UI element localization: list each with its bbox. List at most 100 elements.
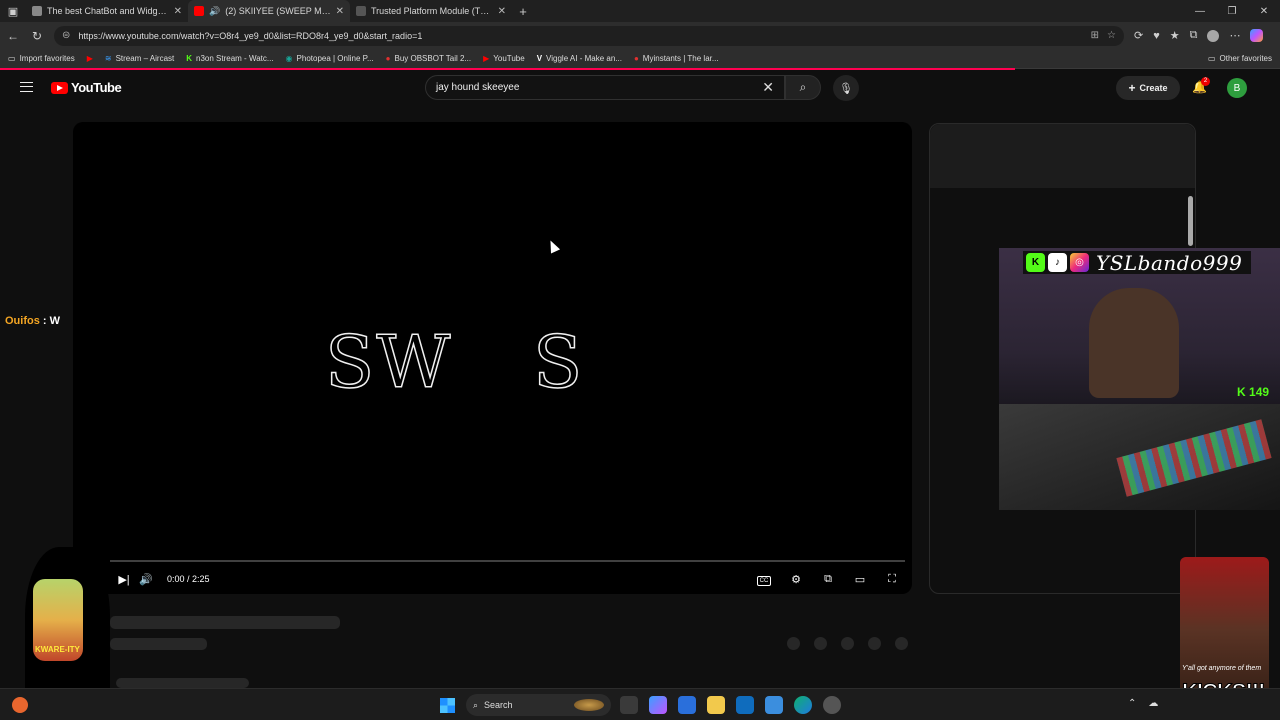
speaker-icon[interactable]: 🔊: [209, 6, 220, 17]
settings-gear-icon[interactable]: ⚙: [785, 573, 807, 586]
favorite-viggle[interactable]: V Viggle AI - Make an...: [537, 54, 622, 63]
folder-icon: ▭: [1207, 54, 1216, 63]
other-favorites[interactable]: ▭ Other favorites: [1208, 54, 1272, 63]
edge-icon[interactable]: [794, 696, 812, 714]
refresh-icon[interactable]: ↻: [30, 29, 44, 43]
create-button[interactable]: + Create: [1116, 76, 1180, 100]
copilot-icon[interactable]: [1250, 29, 1264, 42]
file-explorer-icon[interactable]: [707, 696, 725, 714]
tab-chatbot[interactable]: The best ChatBot and Widgets fo ✕: [26, 0, 188, 22]
url-field[interactable]: ⊜ https://www.youtube.com/watch?v=O8r4_y…: [54, 25, 1124, 46]
address-toolbar: ← ↻ ⊜ https://www.youtube.com/watch?v=O8…: [0, 22, 1280, 49]
favorite-import[interactable]: ▭ Import favorites: [8, 54, 75, 63]
favorite-aircast[interactable]: ≋ Stream – Aircast: [105, 54, 174, 63]
account-avatar[interactable]: B: [1227, 78, 1247, 98]
instagram-icon: ◎: [1070, 253, 1089, 272]
close-icon[interactable]: ✕: [336, 6, 344, 17]
chat-message: Ouifos : W: [5, 315, 60, 327]
close-icon[interactable]: ✕: [498, 6, 506, 17]
copilot-app-icon[interactable]: [649, 696, 667, 714]
meme-caption-small: Y'all got anymore of them: [1182, 665, 1262, 672]
more-menu-icon[interactable]: ⋯: [1229, 29, 1240, 42]
task-view-icon[interactable]: [620, 696, 638, 714]
window-close-icon[interactable]: ✕: [1248, 6, 1280, 17]
search-button[interactable]: ⌕: [785, 75, 821, 100]
browser-tools: ⟳ ♥ ★ ⧉ ⋯: [1134, 29, 1264, 42]
maximize-icon[interactable]: ❐: [1216, 6, 1248, 17]
search-icon: ⌕: [799, 80, 807, 94]
menu-hamburger-icon[interactable]: [20, 82, 33, 92]
title-skeleton: [110, 616, 340, 629]
skeleton-dot: [868, 637, 881, 650]
volume-icon[interactable]: 🔊: [135, 573, 157, 586]
youtube-logo[interactable]: YouTube: [51, 80, 122, 95]
new-tab-plus-icon[interactable]: +: [512, 4, 534, 19]
store-icon[interactable]: [678, 696, 696, 714]
browser-essentials-icon[interactable]: ♥: [1153, 30, 1160, 42]
favorite-photopea[interactable]: ◉ Photopea | Online P...: [286, 54, 374, 63]
start-windows-icon[interactable]: [440, 698, 455, 713]
captions-label: CC: [756, 575, 772, 586]
onedrive-icon[interactable]: ☁: [1148, 698, 1158, 709]
sticker-caption: KWARE-ITY: [35, 645, 80, 654]
favorite-label: Viggle AI - Make an...: [546, 54, 622, 63]
favorite-star-icon[interactable]: ☆: [1107, 30, 1116, 41]
favorite-youtube-red[interactable]: ▶: [87, 54, 93, 63]
taskbar-search-label: Search: [484, 700, 513, 710]
app-available-icon[interactable]: ⊞: [1091, 30, 1099, 41]
close-icon[interactable]: ✕: [174, 6, 182, 17]
favorite-label: n3on Stream - Watc...: [196, 54, 274, 63]
theater-mode-icon[interactable]: ▭: [849, 573, 871, 586]
collections-icon[interactable]: ⧉: [1190, 29, 1198, 42]
settings-gear-icon[interactable]: [823, 696, 841, 714]
streamer-person: [1089, 288, 1179, 398]
chat-text: : W: [39, 315, 61, 327]
minimize-icon[interactable]: —: [1184, 6, 1216, 17]
youtube-icon: ▶: [86, 54, 93, 63]
title-card-left: SW: [324, 319, 453, 405]
video-player[interactable]: SW S ▶| 🔊 0:00 / 2:25 CC ⚙ ⧉ ▭ ⛶: [73, 122, 912, 594]
kick-icon: K: [1237, 385, 1246, 399]
tab-title: Trusted Platform Module (TPM) 2: [371, 6, 493, 16]
player-right-controls: CC ⚙ ⧉ ▭ ⛶: [753, 573, 903, 586]
captions-icon[interactable]: CC: [753, 573, 775, 586]
favorite-kick[interactable]: Kn3on Stream - Watc...: [186, 54, 273, 63]
favorite-label: Buy OBSBOT Tail 2...: [394, 54, 472, 63]
favorite-youtube[interactable]: ▶ YouTube: [483, 54, 525, 63]
outlook-icon[interactable]: [736, 696, 754, 714]
favorite-label: Stream – Aircast: [115, 54, 175, 63]
video-progress-bar[interactable]: [110, 560, 905, 562]
playlist-scrollbar[interactable]: [1188, 196, 1193, 246]
favorite-myinstants[interactable]: ● Myinstants | The lar...: [634, 54, 719, 63]
favorites-icon[interactable]: ★: [1170, 29, 1180, 42]
search-input[interactable]: jay hound skeeyee ✕: [425, 75, 785, 100]
extensions-icon[interactable]: ⟳: [1134, 29, 1143, 42]
clear-search-icon[interactable]: ✕: [762, 79, 774, 96]
voice-search-button[interactable]: 🎙: [833, 75, 859, 101]
notification-count-badge: 2: [1201, 77, 1210, 86]
playlist-header-skeleton: [930, 124, 1195, 188]
weather-widget-icon[interactable]: [12, 697, 28, 713]
back-arrow-icon[interactable]: ←: [6, 29, 20, 43]
tab-tpm[interactable]: Trusted Platform Module (TPM) 2 ✕: [350, 0, 512, 22]
taskbar-apps: [620, 696, 841, 714]
next-video-icon[interactable]: ▶|: [113, 573, 135, 586]
tray-overflow-icon[interactable]: ⌃: [1128, 698, 1136, 709]
profile-icon[interactable]: [1207, 29, 1220, 42]
search-query: jay hound skeeyee: [436, 82, 520, 93]
kick-viewer-count: K 149: [1237, 385, 1269, 399]
tab-youtube[interactable]: 🔊 (2) SKIIYEE (SWEEP MIX) - Yo ✕: [188, 0, 350, 22]
youtube-favicon-icon: [194, 6, 204, 16]
tab-favicon-icon: [32, 6, 42, 16]
youtube-play-logo-icon: [51, 81, 68, 94]
miniplayer-icon[interactable]: ⧉: [817, 573, 839, 586]
chat-username: Ouifos: [5, 315, 40, 327]
system-tray: ⌃ ☁: [1128, 698, 1158, 709]
fullscreen-icon[interactable]: ⛶: [881, 573, 903, 586]
photos-icon[interactable]: [765, 696, 783, 714]
taskbar-search[interactable]: ⌕ Search: [466, 694, 611, 716]
site-info-icon[interactable]: ⊜: [62, 30, 70, 41]
myinstants-icon: ●: [633, 54, 639, 63]
favorite-obsbot[interactable]: ● Buy OBSBOT Tail 2...: [386, 54, 471, 63]
tab-actions-icon[interactable]: ▣: [0, 0, 26, 22]
